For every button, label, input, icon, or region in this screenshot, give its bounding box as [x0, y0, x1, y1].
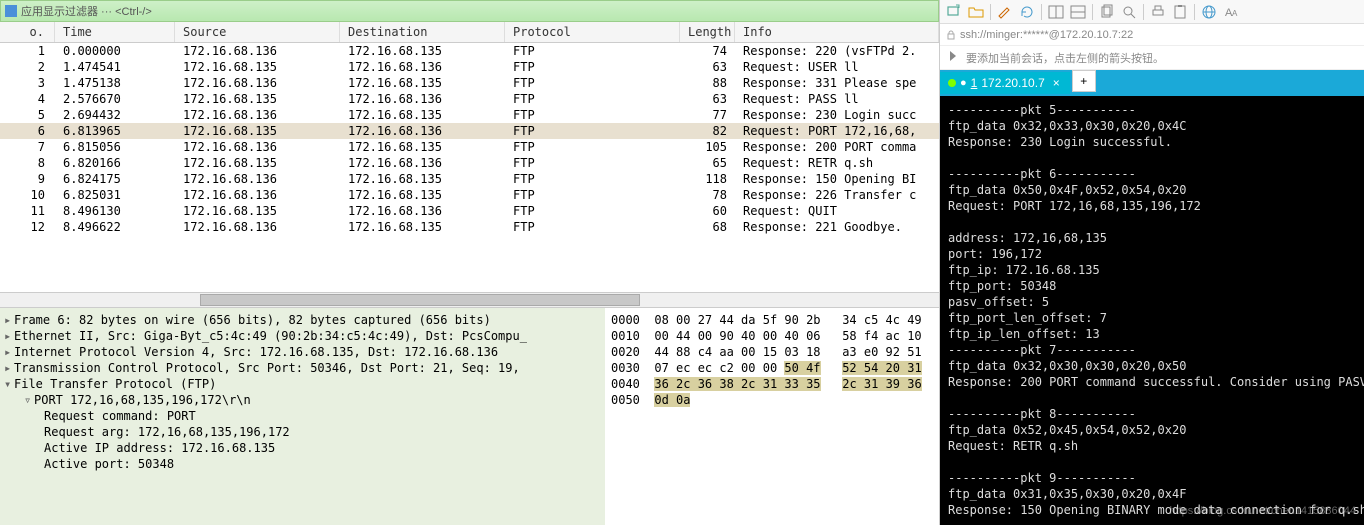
tree-ip: ▸Internet Protocol Version 4, Src: 172.1…: [4, 344, 601, 360]
paste-icon[interactable]: [1172, 4, 1188, 20]
packet-row[interactable]: 21.474541172.16.68.135172.16.68.136FTP63…: [0, 59, 939, 75]
split-icon[interactable]: [1048, 4, 1064, 20]
terminal-client-panel: AA ssh://minger:******@172.20.10.7:22 要添…: [940, 0, 1364, 525]
col-length[interactable]: Length: [680, 22, 735, 42]
packet-row[interactable]: 66.813965172.16.68.135172.16.68.136FTP82…: [0, 123, 939, 139]
packet-row[interactable]: 31.475138172.16.68.136172.16.68.135FTP88…: [0, 75, 939, 91]
edit-icon[interactable]: [997, 4, 1013, 20]
col-protocol[interactable]: Protocol: [505, 22, 680, 42]
terminal-tab-active[interactable]: ● 1 172.20.10.7 ×: [940, 72, 1070, 94]
refresh-icon[interactable]: [1019, 4, 1035, 20]
bookmark-icon: [5, 5, 17, 17]
globe-icon[interactable]: [1201, 4, 1217, 20]
packet-row[interactable]: 52.694432172.16.68.136172.16.68.135FTP77…: [0, 107, 939, 123]
packet-row[interactable]: 42.576670172.16.68.135172.16.68.136FTP63…: [0, 91, 939, 107]
tree-ethernet: ▸Ethernet II, Src: Giga-Byt_c5:4c:49 (90…: [4, 328, 601, 344]
expand-icon[interactable]: ▸: [4, 329, 14, 343]
wireshark-panel: 应用显示过滤器 ··· <Ctrl-/> o. Time Source Dest…: [0, 0, 940, 525]
packet-row[interactable]: 10.000000172.16.68.136172.16.68.135FTP74…: [0, 43, 939, 59]
ssh-url: ssh://minger:******@172.20.10.7:22: [960, 29, 1133, 41]
collapse-icon[interactable]: ▾: [4, 377, 14, 391]
tree-req-arg[interactable]: Request arg: 172,16,68,135,196,172: [4, 424, 601, 440]
packet-bytes-hex[interactable]: 0000 08 00 27 44 da 5f 90 2b 34 c5 4c 49…: [605, 308, 939, 525]
packet-row[interactable]: 76.815056172.16.68.136172.16.68.135FTP10…: [0, 139, 939, 155]
tree-active-port[interactable]: Active port: 50348: [4, 456, 601, 472]
packet-row[interactable]: 106.825031172.16.68.136172.16.68.135FTP7…: [0, 187, 939, 203]
terminal-output[interactable]: ----------pkt 5----------- ftp_data 0x32…: [940, 96, 1364, 525]
tree-req-cmd[interactable]: Request command: PORT: [4, 408, 601, 424]
terminal-toolbar: AA: [940, 0, 1364, 24]
tree-ftp: ▾File Transfer Protocol (FTP): [4, 376, 601, 392]
packet-row[interactable]: 118.496130172.16.68.135172.16.68.136FTP6…: [0, 203, 939, 219]
packet-list[interactable]: o. Time Source Destination Protocol Leng…: [0, 22, 939, 292]
scrollbar-thumb[interactable]: [200, 294, 640, 306]
packet-details-tree[interactable]: ▸Frame 6: 82 bytes on wire (656 bits), 8…: [0, 308, 605, 525]
layout-icon[interactable]: [1070, 4, 1086, 20]
tab-add-button[interactable]: +: [1072, 70, 1096, 92]
col-destination[interactable]: Destination: [340, 22, 505, 42]
expand-icon[interactable]: ▸: [4, 361, 14, 375]
tab-label: 172.20.10.7: [981, 76, 1044, 90]
horizontal-scrollbar[interactable]: [0, 292, 939, 308]
bottom-panes: ▸Frame 6: 82 bytes on wire (656 bits), 8…: [0, 308, 939, 525]
col-time[interactable]: Time: [55, 22, 175, 42]
font-icon[interactable]: AA: [1223, 4, 1239, 20]
status-dot-icon: [948, 79, 956, 87]
tree-frame: ▸Frame 6: 82 bytes on wire (656 bits), 8…: [4, 312, 601, 328]
search-icon[interactable]: [1121, 4, 1137, 20]
expand-icon[interactable]: ▸: [4, 345, 14, 359]
session-hint-bar: 要添加当前会话，点击左侧的箭头按钮。: [940, 46, 1364, 70]
packet-row[interactable]: 86.820166172.16.68.135172.16.68.136FTP65…: [0, 155, 939, 171]
tree-active-ip[interactable]: Active IP address: 172.16.68.135: [4, 440, 601, 456]
collapse-icon[interactable]: ▿: [24, 393, 34, 407]
tab-number: 1: [971, 76, 978, 90]
packet-list-header: o. Time Source Destination Protocol Leng…: [0, 22, 939, 43]
col-source[interactable]: Source: [175, 22, 340, 42]
filter-placeholder: 应用显示过滤器 ··· <Ctrl-/>: [21, 3, 152, 19]
packet-row[interactable]: 96.824175172.16.68.136172.16.68.135FTP11…: [0, 171, 939, 187]
terminal-tab-bar: ● 1 172.20.10.7 × +: [940, 70, 1364, 96]
display-filter-bar[interactable]: 应用显示过滤器 ··· <Ctrl-/>: [0, 0, 939, 22]
arrow-icon[interactable]: [946, 49, 960, 66]
new-tab-icon[interactable]: [946, 4, 962, 20]
copy-icon[interactable]: [1099, 4, 1115, 20]
watermark-text: https://blog.csdn.net/chen1415886044: [1169, 503, 1356, 519]
lock-icon: [946, 30, 956, 40]
hint-text: 要添加当前会话，点击左侧的箭头按钮。: [966, 50, 1164, 66]
open-icon[interactable]: [968, 4, 984, 20]
svg-text:A: A: [1232, 9, 1238, 18]
expand-icon[interactable]: ▸: [4, 313, 14, 327]
packet-row[interactable]: 128.496622172.16.68.136172.16.68.135FTP6…: [0, 219, 939, 235]
tree-tcp: ▸Transmission Control Protocol, Src Port…: [4, 360, 601, 376]
print-icon[interactable]: [1150, 4, 1166, 20]
tab-indicator: ●: [960, 77, 967, 89]
col-info[interactable]: Info: [735, 22, 939, 42]
ssh-connection-bar: ssh://minger:******@172.20.10.7:22: [940, 24, 1364, 46]
tab-close-icon[interactable]: ×: [1053, 76, 1060, 90]
col-no[interactable]: o.: [0, 22, 55, 42]
tree-ftp-port: ▿PORT 172,16,68,135,196,172\r\n: [4, 392, 601, 408]
